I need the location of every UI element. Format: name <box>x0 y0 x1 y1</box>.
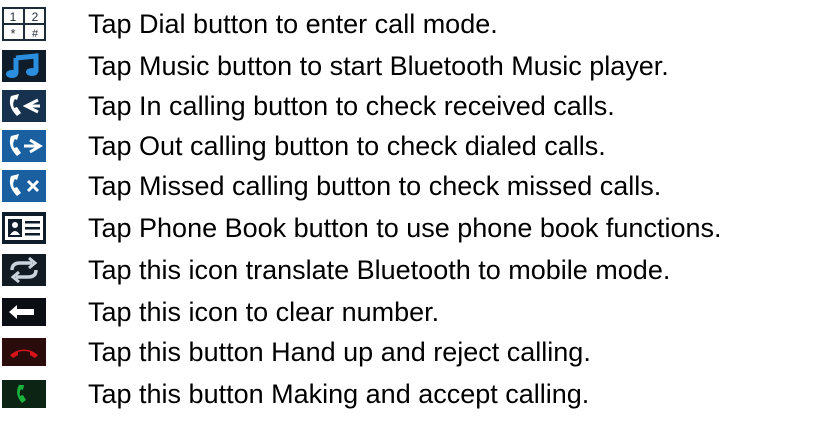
instruction-list: 1 2 * # Tap Dial button to enter call mo… <box>0 0 840 427</box>
music-note-icon <box>2 49 80 83</box>
backspace-arrow-icon <box>2 295 80 329</box>
list-item-text: Tap In calling button to check received … <box>88 91 615 121</box>
list-item-text: Tap this icon translate Bluetooth to mob… <box>88 255 671 285</box>
list-item-text: Tap Out calling button to check dialed c… <box>88 131 606 161</box>
key-hash: # <box>32 28 39 40</box>
list-item: Tap Out calling button to check dialed c… <box>0 126 840 166</box>
list-item-text: Tap Phone Book button to use phone book … <box>88 213 722 243</box>
list-item: Tap this icon to clear number. <box>0 292 840 332</box>
accept-call-icon <box>2 377 80 411</box>
list-item: Tap this button Making and accept callin… <box>0 374 840 414</box>
incoming-call-icon <box>2 89 80 123</box>
list-item: Tap Missed calling button to check misse… <box>0 166 840 206</box>
missed-call-icon <box>2 169 80 203</box>
list-item: Tap this button Hand up and reject calli… <box>0 332 840 372</box>
list-item-text: Tap Music button to start Bluetooth Musi… <box>88 51 669 81</box>
phone-book-icon <box>2 211 80 245</box>
hang-up-icon <box>2 335 80 369</box>
list-item-text: Tap this button Making and accept callin… <box>88 379 590 409</box>
list-item: Tap Music button to start Bluetooth Musi… <box>0 46 840 86</box>
list-item: 1 2 * # Tap Dial button to enter call mo… <box>0 4 840 44</box>
key-1: 1 <box>10 10 17 24</box>
list-item-text: Tap this icon to clear number. <box>88 297 440 327</box>
key-star: * <box>10 26 15 41</box>
list-item-text: Tap Missed calling button to check misse… <box>88 171 662 201</box>
switch-mode-icon <box>2 253 80 287</box>
outgoing-call-icon <box>2 129 80 163</box>
list-item: Tap Phone Book button to use phone book … <box>0 208 840 248</box>
list-item: Tap this icon translate Bluetooth to mob… <box>0 250 840 290</box>
key-2: 2 <box>32 10 39 24</box>
list-item: Tap In calling button to check received … <box>0 86 840 126</box>
list-item-text: Tap Dial button to enter call mode. <box>88 9 498 39</box>
list-item-text: Tap this button Hand up and reject calli… <box>88 337 591 367</box>
keypad-icon: 1 2 * # <box>2 7 80 41</box>
